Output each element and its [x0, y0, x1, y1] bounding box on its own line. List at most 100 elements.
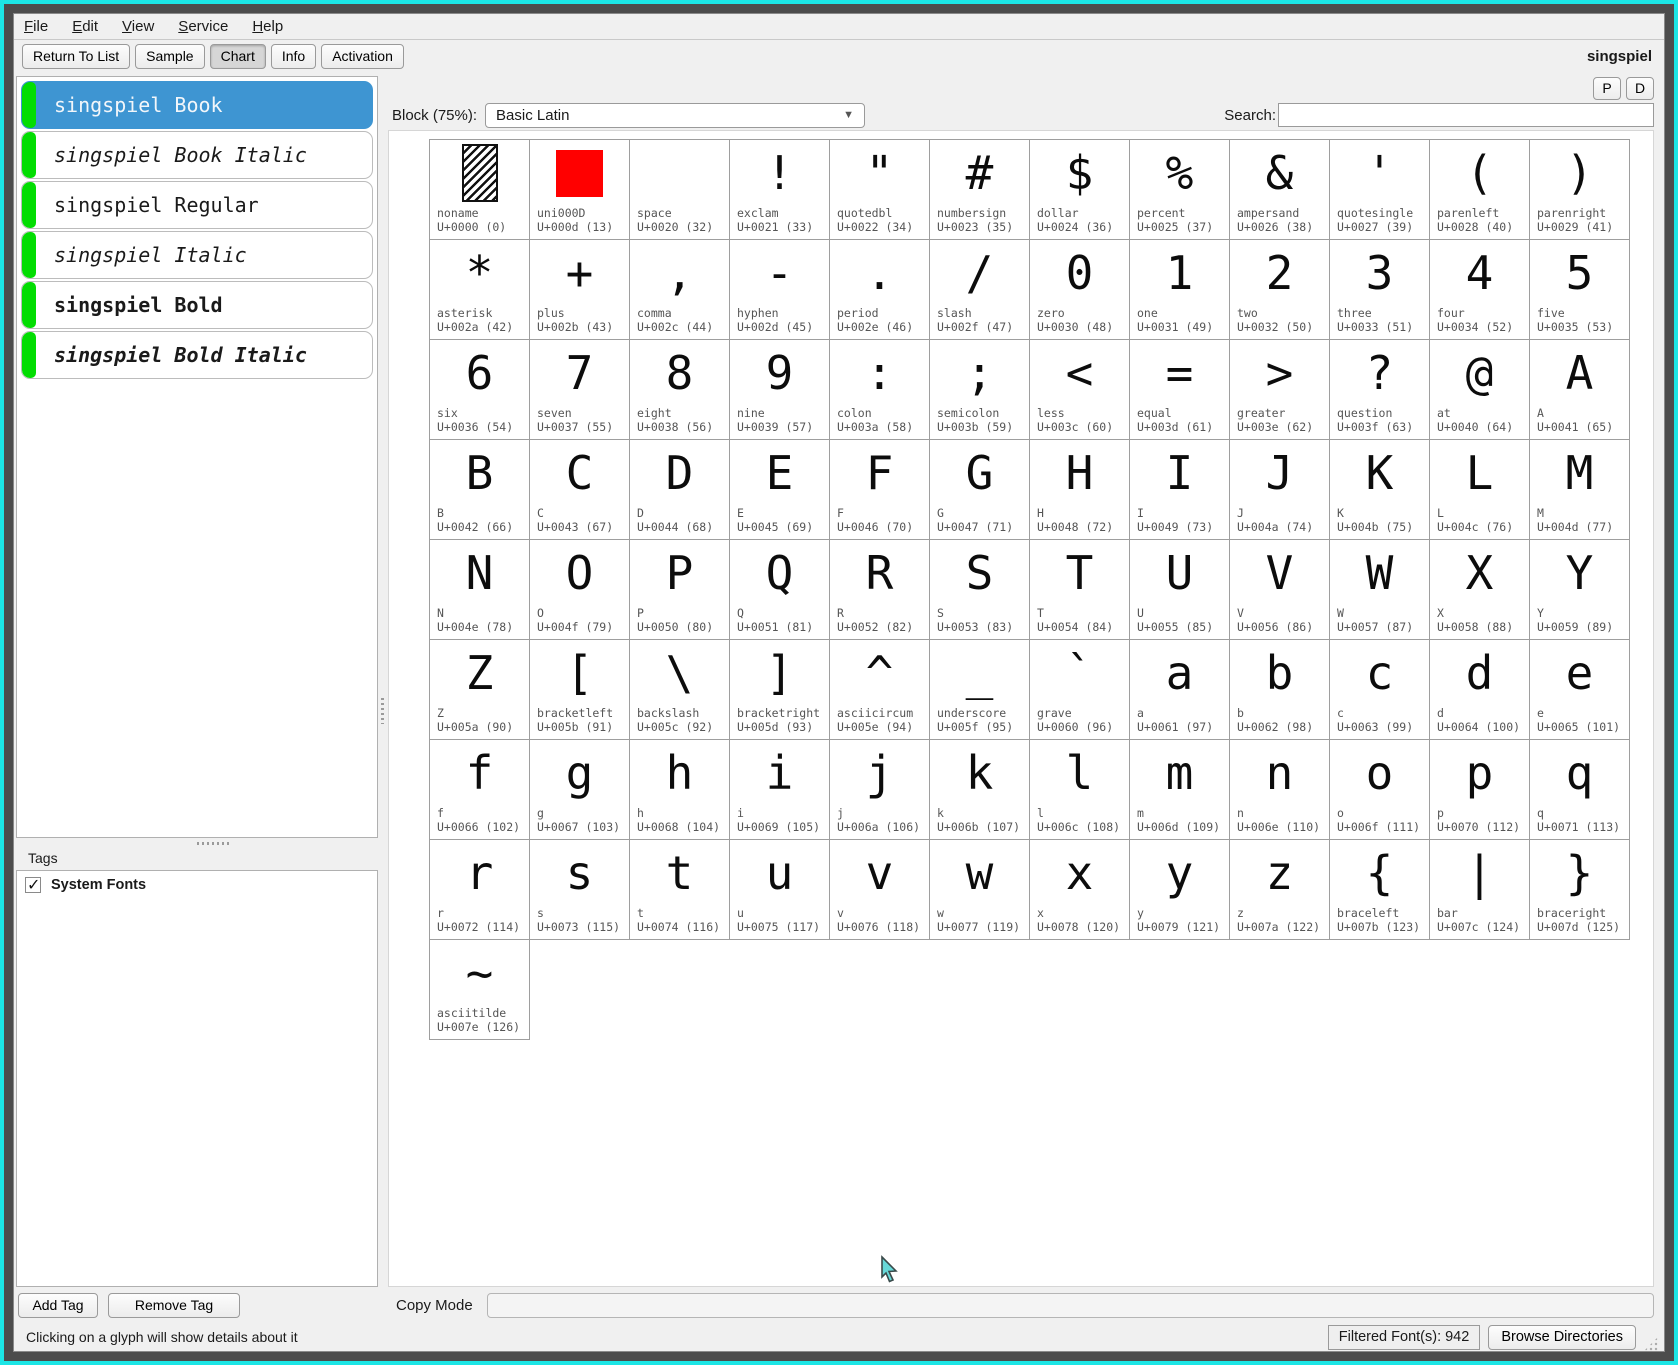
glyph-cell-k[interactable]: kkU+006b (107) — [930, 740, 1030, 840]
glyph-cell-nine[interactable]: 9nineU+0039 (57) — [730, 340, 830, 440]
glyph-cell-u[interactable]: uuU+0075 (117) — [730, 840, 830, 940]
browse-directories-button[interactable]: Browse Directories — [1488, 1325, 1636, 1350]
glyph-cell-V[interactable]: VVU+0056 (86) — [1230, 540, 1330, 640]
copy-mode-input[interactable] — [487, 1293, 1654, 1318]
glyph-cell-Q[interactable]: QQU+0051 (81) — [730, 540, 830, 640]
glyph-cell-bracketleft[interactable]: [bracketleftU+005b (91) — [530, 640, 630, 740]
glyph-cell-numbersign[interactable]: #numbersignU+0023 (35) — [930, 140, 1030, 240]
glyph-cell-grave[interactable]: `graveU+0060 (96) — [1030, 640, 1130, 740]
glyph-cell-y[interactable]: yyU+0079 (121) — [1130, 840, 1230, 940]
glyph-cell-five[interactable]: 5fiveU+0035 (53) — [1530, 240, 1630, 340]
glyph-cell-six[interactable]: 6sixU+0036 (54) — [430, 340, 530, 440]
resize-grip-icon[interactable] — [1644, 1337, 1658, 1351]
tag-checkbox[interactable] — [25, 877, 41, 893]
glyph-cell-H[interactable]: HHU+0048 (72) — [1030, 440, 1130, 540]
block-select[interactable]: Basic Latin ▼ — [485, 103, 865, 128]
menu-service[interactable]: Service — [178, 18, 228, 35]
glyph-cell-J[interactable]: JJU+004a (74) — [1230, 440, 1330, 540]
glyph-cell-O[interactable]: OOU+004f (79) — [530, 540, 630, 640]
glyph-cell-c[interactable]: ccU+0063 (99) — [1330, 640, 1430, 740]
glyph-cell-g[interactable]: ggU+0067 (103) — [530, 740, 630, 840]
glyph-cell-A[interactable]: AAU+0041 (65) — [1530, 340, 1630, 440]
toolbar-button-return-to-list[interactable]: Return To List — [22, 44, 130, 69]
glyph-cell-Z[interactable]: ZZU+005a (90) — [430, 640, 530, 740]
font-list-item[interactable]: singspiel Bold Italic — [21, 331, 373, 379]
glyph-cell-l[interactable]: llU+006c (108) — [1030, 740, 1130, 840]
glyph-cell-underscore[interactable]: _underscoreU+005f (95) — [930, 640, 1030, 740]
glyph-cell-seven[interactable]: 7sevenU+0037 (55) — [530, 340, 630, 440]
search-input[interactable] — [1278, 103, 1654, 127]
horizontal-splitter[interactable] — [16, 838, 378, 850]
glyph-cell-r[interactable]: rrU+0072 (114) — [430, 840, 530, 940]
glyph-cell-d[interactable]: ddU+0064 (100) — [1430, 640, 1530, 740]
glyph-cell-exclam[interactable]: !exclamU+0021 (33) — [730, 140, 830, 240]
glyph-cell-three[interactable]: 3threeU+0033 (51) — [1330, 240, 1430, 340]
menu-file[interactable]: File — [24, 18, 48, 35]
glyph-cell-question[interactable]: ?questionU+003f (63) — [1330, 340, 1430, 440]
font-list-item[interactable]: singspiel Book Italic — [21, 131, 373, 179]
glyph-cell-space[interactable]: spaceU+0020 (32) — [630, 140, 730, 240]
toolbar-button-sample[interactable]: Sample — [135, 44, 204, 69]
glyph-cell-hyphen[interactable]: -hyphenU+002d (45) — [730, 240, 830, 340]
glyph-cell-h[interactable]: hhU+0068 (104) — [630, 740, 730, 840]
glyph-cell-q[interactable]: qqU+0071 (113) — [1530, 740, 1630, 840]
glyph-cell-backslash[interactable]: \backslashU+005c (92) — [630, 640, 730, 740]
glyph-cell-t[interactable]: ttU+0074 (116) — [630, 840, 730, 940]
glyph-cell-quotesingle[interactable]: 'quotesingleU+0027 (39) — [1330, 140, 1430, 240]
glyph-cell-semicolon[interactable]: ;semicolonU+003b (59) — [930, 340, 1030, 440]
font-list-item[interactable]: singspiel Regular — [21, 181, 373, 229]
glyph-cell-asciicircum[interactable]: ^asciicircumU+005e (94) — [830, 640, 930, 740]
glyph-cell-B[interactable]: BBU+0042 (66) — [430, 440, 530, 540]
glyph-cell-ampersand[interactable]: &ampersandU+0026 (38) — [1230, 140, 1330, 240]
glyph-cell-e[interactable]: eeU+0065 (101) — [1530, 640, 1630, 740]
glyph-cell-F[interactable]: FFU+0046 (70) — [830, 440, 930, 540]
add-tag-button[interactable]: Add Tag — [18, 1293, 98, 1318]
glyph-cell-b[interactable]: bbU+0062 (98) — [1230, 640, 1330, 740]
glyph-cell-o[interactable]: ooU+006f (111) — [1330, 740, 1430, 840]
glyph-cell-eight[interactable]: 8eightU+0038 (56) — [630, 340, 730, 440]
glyph-cell-quotedbl[interactable]: "quotedblU+0022 (34) — [830, 140, 930, 240]
glyph-cell-bar[interactable]: |barU+007c (124) — [1430, 840, 1530, 940]
glyph-cell-noname[interactable]: nonameU+0000 (0) — [430, 140, 530, 240]
glyph-cell-slash[interactable]: /slashU+002f (47) — [930, 240, 1030, 340]
font-list-item[interactable]: singspiel Italic — [21, 231, 373, 279]
glyph-cell-w[interactable]: wwU+0077 (119) — [930, 840, 1030, 940]
glyph-cell-period[interactable]: .periodU+002e (46) — [830, 240, 930, 340]
glyph-cell-K[interactable]: KKU+004b (75) — [1330, 440, 1430, 540]
glyph-cell-G[interactable]: GGU+0047 (71) — [930, 440, 1030, 540]
tag-row[interactable]: System Fonts — [25, 877, 369, 893]
glyph-cell-T[interactable]: TTU+0054 (84) — [1030, 540, 1130, 640]
glyph-cell-D[interactable]: DDU+0044 (68) — [630, 440, 730, 540]
glyph-cell-braceleft[interactable]: {braceleftU+007b (123) — [1330, 840, 1430, 940]
glyph-cell-braceright[interactable]: }bracerightU+007d (125) — [1530, 840, 1630, 940]
glyph-cell-percent[interactable]: %percentU+0025 (37) — [1130, 140, 1230, 240]
glyph-cell-M[interactable]: MMU+004d (77) — [1530, 440, 1630, 540]
vertical-splitter[interactable] — [380, 72, 386, 1323]
font-list-item[interactable]: singspiel Bold — [21, 281, 373, 329]
menu-edit[interactable]: Edit — [72, 18, 98, 35]
glyph-cell-less[interactable]: <lessU+003c (60) — [1030, 340, 1130, 440]
glyph-cell-X[interactable]: XXU+0058 (88) — [1430, 540, 1530, 640]
glyph-cell-parenleft[interactable]: (parenleftU+0028 (40) — [1430, 140, 1530, 240]
glyph-cell-asterisk[interactable]: *asteriskU+002a (42) — [430, 240, 530, 340]
glyph-cell-C[interactable]: CCU+0043 (67) — [530, 440, 630, 540]
glyph-cell-z[interactable]: zzU+007a (122) — [1230, 840, 1330, 940]
p-button[interactable]: P — [1593, 77, 1621, 100]
glyph-cell-greater[interactable]: >greaterU+003e (62) — [1230, 340, 1330, 440]
glyph-cell-s[interactable]: ssU+0073 (115) — [530, 840, 630, 940]
glyph-cell-equal[interactable]: =equalU+003d (61) — [1130, 340, 1230, 440]
glyph-cell-Y[interactable]: YYU+0059 (89) — [1530, 540, 1630, 640]
glyph-cell-parenright[interactable]: )parenrightU+0029 (41) — [1530, 140, 1630, 240]
glyph-cell-R[interactable]: RRU+0052 (82) — [830, 540, 930, 640]
glyph-cell-n[interactable]: nnU+006e (110) — [1230, 740, 1330, 840]
glyph-cell-I[interactable]: IIU+0049 (73) — [1130, 440, 1230, 540]
remove-tag-button[interactable]: Remove Tag — [108, 1293, 240, 1318]
glyph-cell-j[interactable]: jjU+006a (106) — [830, 740, 930, 840]
glyph-cell-bracketright[interactable]: ]bracketrightU+005d (93) — [730, 640, 830, 740]
glyph-cell-at[interactable]: @atU+0040 (64) — [1430, 340, 1530, 440]
glyph-cell-zero[interactable]: 0zeroU+0030 (48) — [1030, 240, 1130, 340]
glyph-cell-v[interactable]: vvU+0076 (118) — [830, 840, 930, 940]
glyph-cell-S[interactable]: SSU+0053 (83) — [930, 540, 1030, 640]
glyph-cell-W[interactable]: WWU+0057 (87) — [1330, 540, 1430, 640]
glyph-cell-asciitilde[interactable]: ~asciitildeU+007e (126) — [430, 940, 530, 1040]
